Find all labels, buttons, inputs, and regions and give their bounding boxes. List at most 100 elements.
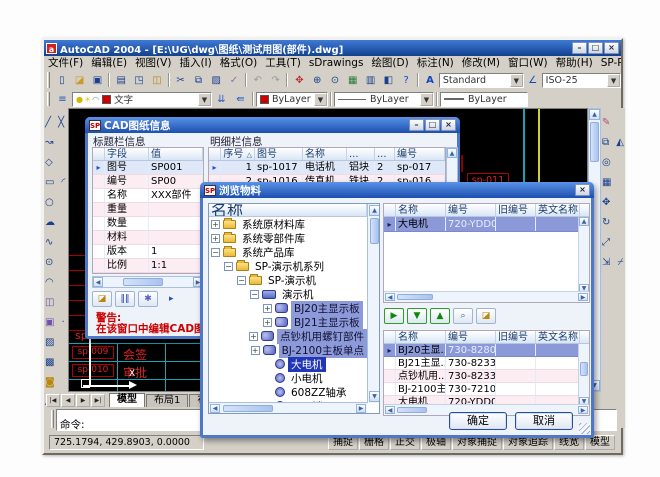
dialog-maximize-button[interactable]: □ xyxy=(425,119,440,131)
table-row[interactable]: 重量 xyxy=(93,203,203,217)
tab-next-icon[interactable]: ▶ xyxy=(76,394,90,407)
close-button[interactable]: × xyxy=(604,42,619,54)
properties-icon[interactable]: ▥ xyxy=(363,73,379,88)
plot-icon[interactable]: ▤ xyxy=(113,73,129,88)
dialog-close-button[interactable]: × xyxy=(575,184,590,196)
chevron-down-icon[interactable]: ▼ xyxy=(510,74,523,87)
menu-window[interactable]: 窗口(W) xyxy=(504,56,552,70)
menu-format[interactable]: 格式(O) xyxy=(216,56,261,70)
hatch-icon[interactable]: ▨ xyxy=(44,336,55,349)
menu-file[interactable]: 文件(F) xyxy=(44,56,87,70)
chevron-down-icon[interactable]: ▼ xyxy=(198,93,211,106)
preview-icon[interactable]: ◳ xyxy=(131,73,147,88)
tree-item-parts-lib[interactable]: + 系统零部件库 xyxy=(209,231,367,245)
title-bar[interactable]: a AutoCAD 2004 - [E:\UG\dwg\图纸\测试用图(部件).… xyxy=(44,40,621,56)
revision-cloud-icon[interactable]: ☁ xyxy=(44,216,56,229)
bottom-table-vscrollbar[interactable]: ▼ xyxy=(578,344,589,406)
lineweight-combo[interactable]: ByLayer xyxy=(440,92,528,107)
tree-item-screw-part[interactable]: + 点钞机用螺钉部件 xyxy=(209,329,367,343)
point-icon[interactable]: · xyxy=(61,316,66,329)
tab-layout1[interactable]: 布局1 xyxy=(146,394,188,407)
tab-last-icon[interactable]: ▶| xyxy=(91,394,105,407)
arc-icon[interactable]: ◜ xyxy=(61,176,67,189)
toolbar-grip[interactable] xyxy=(47,72,50,88)
zoom-window-icon[interactable]: ⊙ xyxy=(327,73,343,88)
table-row[interactable]: ▸ 图号 SP001 xyxy=(93,161,203,175)
line-icon[interactable]: ╱ xyxy=(44,116,52,129)
region-icon[interactable]: ▩ xyxy=(44,356,55,369)
copy-object-icon[interactable]: ⧉ xyxy=(601,136,610,149)
table-row[interactable]: BJ-2100主... 730-7210... xyxy=(384,383,589,396)
menu-insert[interactable]: 插入(I) xyxy=(175,56,215,70)
new-icon[interactable]: ▯ xyxy=(54,73,70,88)
table-row[interactable]: 版本 1 xyxy=(93,245,203,259)
tab-prev-icon[interactable]: ◀ xyxy=(61,394,75,407)
menu-modify[interactable]: 修改(M) xyxy=(458,56,504,70)
browse-dialog-title[interactable]: SP 浏览物料 × xyxy=(200,182,594,198)
menu-sppdm-plugin[interactable]: SP-PDM插件(P) xyxy=(597,56,621,70)
tab-model[interactable]: 模型 xyxy=(109,393,145,407)
text-style-combo[interactable]: Standard ▼ xyxy=(439,73,524,88)
download-icon[interactable]: ▼ xyxy=(407,308,427,324)
help-icon[interactable]: ? xyxy=(398,73,414,88)
stretch-icon[interactable]: ⇲ xyxy=(601,256,611,269)
resize-grip[interactable] xyxy=(579,423,590,434)
tree-item-big-motor[interactable]: 大电机 xyxy=(209,357,367,371)
dialog-close-button[interactable]: × xyxy=(441,119,456,131)
chevron-down-icon[interactable]: ▼ xyxy=(420,93,433,106)
polyline-icon[interactable]: ↝ xyxy=(44,136,54,149)
dialog-minimize-button[interactable]: – xyxy=(409,119,424,131)
minimize-button[interactable]: – xyxy=(572,42,587,54)
redo-icon[interactable]: ↷ xyxy=(268,73,284,88)
menu-sdrawings[interactable]: sDrawings xyxy=(305,56,368,70)
command-grip[interactable] xyxy=(51,410,54,428)
tree-item-608zz-bearing[interactable]: 608ZZ轴承 xyxy=(209,385,367,399)
table-row[interactable]: 点钞机用... 730-8233... xyxy=(384,370,589,383)
selected-material-grid[interactable]: 名称 编号 旧编号 英文名称 ▸ 大电机 720-YDD0... ▲ ▼ xyxy=(383,203,590,303)
tree-hscrollbar[interactable]: ◀ ▶ xyxy=(209,402,367,414)
ok-button[interactable]: 确定 xyxy=(449,412,507,430)
titleblock-grid[interactable]: 字段 值 ▸ 图号 SP001 编号 SP00 名称 XXX部件 xyxy=(92,147,204,274)
transfer-right-icon[interactable]: ▶ xyxy=(384,308,404,324)
menu-dimension[interactable]: 标注(N) xyxy=(413,56,458,70)
menu-tools[interactable]: 工具(T) xyxy=(261,56,305,70)
insert-block-icon[interactable]: ◫ xyxy=(44,296,55,309)
cancel-button[interactable]: 取消 xyxy=(515,412,573,430)
table-row[interactable]: 编号 SP00 xyxy=(93,175,203,189)
circle-icon[interactable]: ○ xyxy=(44,196,55,209)
rectangle-icon[interactable]: ▭ xyxy=(44,176,55,189)
zoom-realtime-icon[interactable]: ⊕ xyxy=(309,73,325,88)
search-icon[interactable]: ⌕ xyxy=(453,308,473,324)
table-row[interactable]: ▸ BJ20主显... 730-8280... xyxy=(384,344,589,357)
add-part-icon[interactable]: ✱ xyxy=(138,291,158,307)
save-icon[interactable]: ▣ xyxy=(90,73,106,88)
tree-item-raw-materials[interactable]: + 系统原材料库 xyxy=(209,217,367,231)
maximize-button[interactable]: □ xyxy=(588,42,603,54)
offset-icon[interactable]: ◎ xyxy=(601,156,612,169)
tab-first-icon[interactable]: |◀ xyxy=(46,394,60,407)
image-icon[interactable]: ◙ xyxy=(44,376,56,389)
table-row[interactable]: BJ21主显... 730-8233... xyxy=(384,357,589,370)
tree-item-sp-demo[interactable]: − SP-演示机 xyxy=(209,273,367,287)
top-table-hscrollbar[interactable]: ◀ ▶ xyxy=(384,291,589,302)
open-icon[interactable]: ◪ xyxy=(72,73,88,88)
table-row[interactable]: 名称 XXX部件 xyxy=(93,189,203,203)
overflow-chevron-icon[interactable]: ▸ xyxy=(169,294,174,304)
layer-previous-icon[interactable]: ⇚ xyxy=(232,92,249,107)
spline-icon[interactable]: ∿ xyxy=(44,236,54,249)
ellipse-arc-icon[interactable]: ◠ xyxy=(44,276,55,289)
chevron-down-icon[interactable]: ▼ xyxy=(607,74,620,87)
open-info-icon[interactable]: ◪ xyxy=(92,291,112,307)
scale-icon[interactable]: ⤢ xyxy=(601,236,611,249)
mirror-icon[interactable]: ◭ xyxy=(615,136,625,149)
layer-properties-icon[interactable]: ≡ xyxy=(54,92,71,107)
paste-icon[interactable]: ▨ xyxy=(208,73,224,88)
rotate-icon[interactable]: ↻ xyxy=(601,216,611,229)
tree-item-sp-demo-series[interactable]: − SP-演示机系列 xyxy=(209,259,367,273)
tree-item-products-lib[interactable]: − 系统产品库 xyxy=(209,245,367,259)
menu-edit[interactable]: 编辑(E) xyxy=(87,56,131,70)
pan-icon[interactable]: ✥ xyxy=(291,73,307,88)
erase-icon[interactable]: ✎ xyxy=(601,116,611,129)
copy-clip-icon[interactable]: ⧉ xyxy=(191,73,207,88)
publish-icon[interactable]: ◫ xyxy=(149,73,165,88)
